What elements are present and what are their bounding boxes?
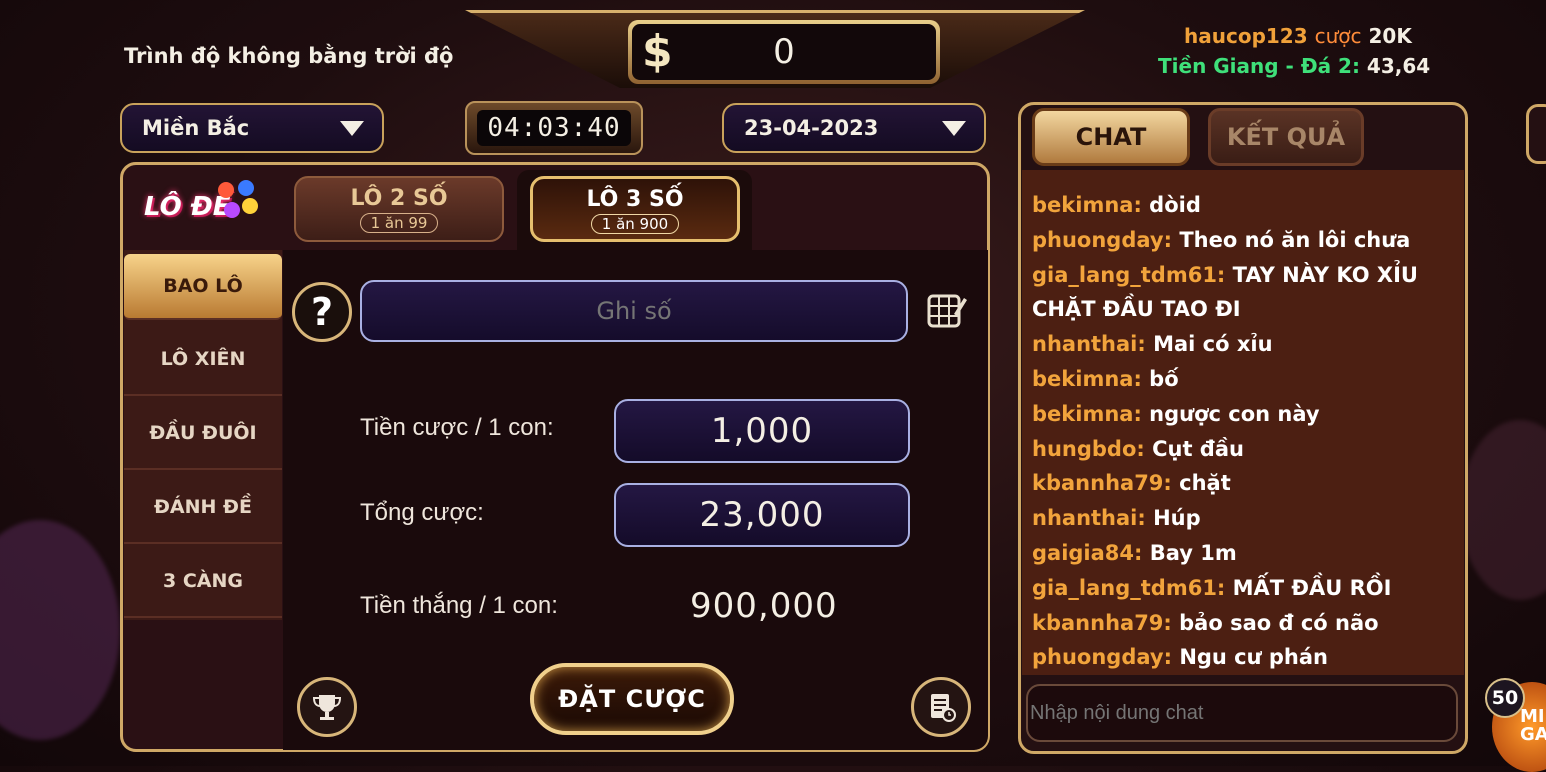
tab-results[interactable]: KẾT QUẢ (1208, 108, 1364, 166)
chat-username[interactable]: gia_lang_tdm61: (1032, 576, 1225, 600)
chat-username[interactable]: hungbdo: (1032, 437, 1145, 461)
countdown-timer: 04:03:40 (465, 101, 643, 155)
region-select-value: Miền Bắc (142, 116, 250, 140)
total-value-field: 23,000 (614, 483, 910, 547)
chat-text: CHẶT ĐẦU TAO ĐI (1032, 297, 1241, 322)
balance-display: $ 0 (628, 20, 940, 84)
chat-message: CHẶT ĐẦU TAO ĐI (1032, 292, 1241, 327)
chat-text: chặt (1179, 471, 1231, 496)
number-grid-edit-icon[interactable] (926, 290, 968, 332)
chat-message: bekimna: dòid (1032, 188, 1201, 223)
chat-message: kbannha79: chặt (1032, 466, 1231, 501)
chevron-down-icon (340, 121, 364, 136)
chat-message: gaigia84: Bay 1m (1032, 536, 1237, 571)
place-bet-button[interactable]: ĐẶT CƯỢC (530, 663, 734, 735)
help-icon[interactable]: ? (292, 282, 352, 342)
chat-message: hungbdo: Cụt đầu (1032, 432, 1244, 467)
chat-messages[interactable]: bekimna: dòid phuongday: Theo nó ăn lôi c… (1022, 170, 1464, 675)
ball-icon (238, 180, 254, 196)
chat-username[interactable]: gaigia84: (1032, 541, 1142, 565)
chat-username[interactable]: bekimna: (1032, 193, 1142, 217)
chat-message: nhanthai: Húp (1032, 501, 1201, 536)
date-select[interactable]: 23-04-2023 (722, 103, 986, 153)
nav-lo-xien[interactable]: LÔ XIÊN (124, 324, 282, 396)
number-input[interactable] (360, 280, 908, 342)
chat-message: nhanthai: Mai có xỉu (1032, 327, 1273, 362)
region-select[interactable]: Miền Bắc (120, 103, 384, 153)
chat-message: phuongday: Ngu cư phán (1032, 640, 1328, 675)
history-icon[interactable] (911, 677, 971, 737)
timer-value: 04:03:40 (477, 110, 631, 146)
chat-text: TAY NÀY KO XỈU (1232, 262, 1418, 287)
chat-text: Bay 1m (1149, 541, 1237, 565)
balance-value: 0 (773, 32, 795, 72)
chat-username[interactable]: phuongday: (1032, 645, 1172, 669)
win-label: Tiền thắng / 1 con: (360, 592, 558, 619)
stake-label: Tiền cược / 1 con: (360, 414, 554, 441)
chat-message: gia_lang_tdm61: TAY NÀY KO XỈU (1032, 258, 1418, 293)
chat-text: Cụt đầu (1152, 436, 1244, 461)
dollar-icon: $ (642, 26, 673, 77)
ticker-bet-amount: 20K (1368, 24, 1412, 48)
nav-bao-lo[interactable]: BAO LÔ (124, 254, 282, 320)
ticker-odds: 43,64 (1366, 54, 1431, 78)
chat-username[interactable]: kbannha79: (1032, 611, 1172, 635)
tab-odds: 1 ăn 99 (359, 213, 439, 233)
slogan-text: Trình độ không bằng trời độ (124, 44, 454, 68)
nav-3-cang[interactable]: 3 CÀNG (124, 546, 282, 618)
chat-message: kbannha79: bảo sao đ có não (1032, 606, 1379, 641)
ticker-region: Tiền Giang - Đá 2: (1158, 54, 1360, 78)
chat-text: ngược con này (1149, 401, 1320, 426)
chat-username[interactable]: phuongday: (1032, 228, 1172, 252)
ball-icon (224, 202, 240, 218)
nav-danh-de[interactable]: ĐÁNH ĐỀ (124, 472, 282, 544)
chat-message: phuongday: Theo nó ăn lôi chưa (1032, 223, 1410, 258)
chat-username[interactable]: nhanthai: (1032, 332, 1146, 356)
chat-message: gia_lang_tdm61: MẤT ĐẦU RỒI (1032, 571, 1391, 606)
tab-chat[interactable]: CHAT (1032, 108, 1190, 166)
chat-text: MẤT ĐẦU RỒI (1232, 575, 1392, 600)
mini-game-badge: 50 (1485, 678, 1525, 718)
chat-username[interactable]: gia_lang_tdm61: (1032, 263, 1225, 287)
win-value: 900,000 (690, 586, 838, 626)
chat-username[interactable]: bekimna: (1032, 367, 1142, 391)
chat-username[interactable]: bekimna: (1032, 402, 1142, 426)
chat-text: bảo sao đ có não (1179, 610, 1379, 635)
nav-dau-duoi[interactable]: ĐẦU ĐUÔI (124, 398, 282, 470)
tab-label: LÔ 3 SỐ (586, 187, 684, 212)
lode-logo: LÔ ĐỀ (140, 180, 260, 230)
tab-lo-3-so[interactable]: LÔ 3 SỐ 1 ăn 900 (530, 176, 740, 242)
ball-icon (218, 182, 234, 198)
chevron-down-icon (942, 121, 966, 136)
chat-text: Theo nó ăn lôi chưa (1179, 227, 1411, 252)
chat-text: bố (1149, 367, 1179, 391)
ticker-user: haucop123 (1184, 24, 1308, 48)
chat-message: bekimna: ngược con này (1032, 397, 1320, 432)
tab-odds: 1 ăn 900 (590, 214, 680, 234)
tab-lo-2-so[interactable]: LÔ 2 SỐ 1 ăn 99 (294, 176, 504, 242)
chat-text: Húp (1153, 506, 1201, 531)
odds-ticker: Tiền Giang - Đá 2: 43,64 (1158, 54, 1430, 78)
side-panel-tab[interactable] (1526, 104, 1546, 164)
background-decor (1460, 420, 1546, 600)
chat-username[interactable]: kbannha79: (1032, 471, 1172, 495)
chat-text: Ngu cư phán (1179, 645, 1328, 670)
date-select-value: 23-04-2023 (744, 116, 879, 140)
chat-message: bekimna: bố (1032, 362, 1179, 397)
chat-input[interactable] (1026, 684, 1458, 742)
stake-value-field[interactable]: 1,000 (614, 399, 910, 463)
logo-text: LÔ ĐỀ (144, 192, 231, 222)
tab-label: LÔ 2 SỐ (350, 186, 448, 211)
background-decor (0, 520, 120, 740)
ball-icon (242, 198, 258, 214)
total-label: Tổng cược: (360, 499, 484, 526)
chat-username[interactable]: nhanthai: (1032, 506, 1146, 530)
chat-text: Mai có xỉu (1153, 332, 1273, 357)
ticker-bet-word: cược (1314, 24, 1362, 48)
chat-text: dòid (1149, 193, 1201, 217)
bet-ticker: haucop123 cược 20K (1184, 24, 1412, 48)
trophy-icon[interactable] (297, 677, 357, 737)
bet-type-nav: BAO LÔ LÔ XIÊN ĐẦU ĐUÔI ĐÁNH ĐỀ 3 CÀNG (124, 250, 282, 620)
